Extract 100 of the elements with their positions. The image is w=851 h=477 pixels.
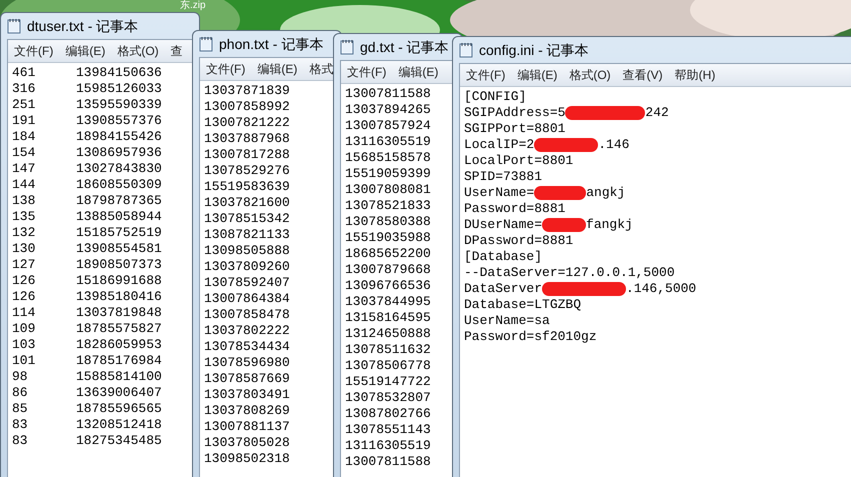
menu-item[interactable]: 文件(F)	[206, 60, 246, 78]
phone-number-text: 18984155426	[76, 129, 162, 145]
phone-number-text: 18798787365	[76, 193, 162, 209]
config-line-text: UserName=sa	[464, 313, 550, 329]
phone-number-text: 13087802766	[345, 406, 431, 422]
menu-item[interactable]: 查看(V)	[622, 66, 663, 84]
phone-number-text: 18785596565	[76, 401, 162, 417]
line-number-text: 101	[12, 353, 36, 369]
line-number-text: 130	[12, 241, 36, 257]
notepad-icon	[7, 18, 21, 34]
line-number-text: 316	[12, 81, 36, 97]
window-title: dtuser.txt - 记事本	[27, 16, 138, 36]
phone-number-text: 13007879668	[345, 262, 431, 278]
menu-item[interactable]: 文件(F)	[347, 63, 386, 81]
phone-number-text: 13984150636	[76, 65, 162, 81]
phone-number-text: 15519035988	[345, 230, 431, 246]
phone-number-text: 13007811588	[345, 454, 431, 470]
line-number-text: 85	[12, 401, 29, 417]
menu-item[interactable]: 编辑(E)	[517, 66, 558, 84]
menu-item[interactable]: 格式(O)	[569, 66, 611, 84]
window-title: gd.txt - 记事本	[360, 38, 449, 57]
line-number-text: 191	[12, 113, 36, 129]
phone-number-text: 13158164595	[345, 310, 431, 326]
phone-number-text: 13124650888	[345, 326, 431, 342]
phone-number-text: 13116305519	[345, 134, 431, 150]
notepad-icon	[459, 42, 473, 58]
phone-number-text: 13037894265	[345, 102, 431, 118]
config-line-text: SGIPPort=8801	[464, 121, 566, 137]
menu-item[interactable]: 文件(F)	[466, 66, 506, 84]
phone-number-text: 13037819848	[76, 305, 162, 321]
phone-number-text: 18286059953	[76, 337, 162, 353]
phone-number-text: 15519147722	[345, 374, 431, 390]
text-area[interactable]	[7, 39, 193, 477]
phone-number-text: 13007857924	[345, 118, 431, 134]
phone-number-text: 13985180416	[76, 289, 162, 305]
menu-item[interactable]: 帮助(H)	[674, 66, 716, 84]
menu-item[interactable]: 文件(F)	[14, 42, 54, 60]
line-number-text: 114	[12, 305, 36, 321]
menu-item[interactable]: 编辑(E)	[257, 60, 298, 78]
phone-number-text: 13078511632	[345, 342, 431, 358]
phone-number-text: 13908554581	[76, 241, 162, 257]
phone-number-text: 18785575827	[76, 321, 162, 337]
config-line-text: [Database]	[464, 249, 542, 265]
line-number-text: 138	[12, 193, 36, 209]
notepad-icon	[340, 39, 354, 55]
config-line-text: Password=8881	[464, 201, 566, 217]
phone-number-text: 18908507373	[76, 257, 162, 273]
config-line-text: DataServer	[464, 281, 542, 297]
text-area[interactable]	[199, 57, 335, 477]
menu-item[interactable]: 编辑(E)	[65, 42, 106, 60]
config-line-text: .146	[598, 137, 630, 153]
line-number-text: 83	[12, 433, 29, 449]
phone-number-text: 18608550309	[76, 177, 162, 193]
config-line-text: DUserName=	[464, 217, 542, 233]
menu-item[interactable]: 格式(O)	[117, 42, 159, 60]
phone-number-text: 13037802222	[204, 323, 290, 339]
phone-number-text: 13037844995	[345, 294, 431, 310]
line-number-text: 83	[12, 417, 29, 433]
config-line-text: DPassword=8881	[464, 233, 574, 249]
line-number-text: 461	[12, 65, 36, 81]
line-number-text: 135	[12, 209, 36, 225]
window-title: phon.txt - 记事本	[219, 34, 324, 54]
phone-number-text: 13037821600	[204, 195, 290, 211]
phone-number-text: 13007858478	[204, 307, 290, 323]
phone-number-text: 15519583639	[204, 179, 290, 195]
menu-item[interactable]: 查	[170, 42, 183, 60]
phone-number-text: 15885814100	[76, 369, 162, 385]
menu-item[interactable]: 格式	[309, 60, 334, 78]
phone-number-text: 18685652200	[345, 246, 431, 262]
menu-item[interactable]: 编辑(E)	[398, 63, 438, 81]
phone-number-text: 13007811588	[345, 86, 431, 102]
phone-number-text: 15186991688	[76, 273, 162, 289]
phone-number-text: 13037871839	[204, 83, 290, 99]
config-line-text: SGIPAddress=5	[464, 105, 566, 121]
phone-number-text: 13595590339	[76, 97, 162, 113]
phone-number-text: 13098502318	[204, 451, 290, 467]
phone-number-text: 18275345485	[76, 433, 162, 449]
phone-number-text: 13078580388	[345, 214, 431, 230]
phone-number-text: 13078592407	[204, 275, 290, 291]
config-line-text: SPID=73881	[464, 169, 542, 185]
line-number-text: 98	[12, 369, 29, 385]
phone-number-text: 18785176984	[76, 353, 162, 369]
phone-number-text: 15519059399	[345, 166, 431, 182]
line-number-text: 144	[12, 177, 36, 193]
phone-number-text: 13007864384	[204, 291, 290, 307]
line-number-text: 147	[12, 161, 36, 177]
phone-number-text: 15185752519	[76, 225, 162, 241]
line-number-text: 127	[12, 257, 36, 273]
phone-number-text: 13037887968	[204, 131, 290, 147]
line-number-text: 126	[12, 273, 36, 289]
phone-number-text: 13078532807	[345, 390, 431, 406]
line-number-text: 184	[12, 129, 36, 145]
config-line-text: UserName=	[464, 185, 534, 201]
phone-number-text: 13116305519	[345, 438, 431, 454]
phone-number-text: 13078551143	[345, 422, 431, 438]
phone-number-text: 13078596980	[204, 355, 290, 371]
phone-number-text: 15985126033	[76, 81, 162, 97]
phone-number-text: 13078521833	[345, 198, 431, 214]
phone-number-text: 13037805028	[204, 435, 290, 451]
phone-number-text: 13087821133	[204, 227, 290, 243]
